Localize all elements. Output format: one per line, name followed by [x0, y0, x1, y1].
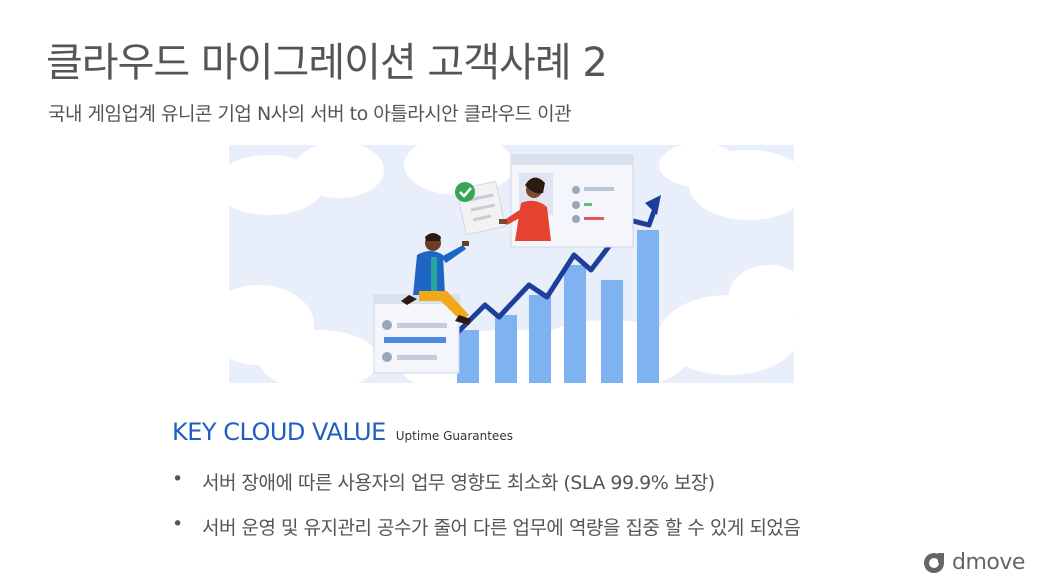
- list-item: • 서버 운영 및 유지관리 공수가 줄어 다른 업무에 역량을 집중 할 수 …: [172, 513, 801, 558]
- bullet-symbol: •: [172, 468, 183, 490]
- list-item: • 서버 장애에 따른 사용자의 업무 영향도 최소화 (SLA 99.9% 보…: [172, 468, 800, 513]
- brand-logo: dmove: [922, 550, 1025, 575]
- growth-illustration: [229, 145, 794, 383]
- key-value-header: KEY CLOUD VALUE Uptime Guarantees: [172, 418, 513, 446]
- list-item-text: 서버 장애에 따른 사용자의 업무 영향도 최소화 (SLA 99.9% 보장): [202, 472, 715, 494]
- bullet-symbol: •: [172, 513, 183, 535]
- key-value-heading: KEY CLOUD VALUE: [172, 418, 386, 446]
- key-value-list: • 서버 장애에 따른 사용자의 업무 영향도 최소화 (SLA 99.9% 보…: [172, 468, 801, 558]
- slide-title: 클라우드 마이그레이션 고객사례 2: [46, 40, 608, 86]
- logo-icon: [924, 552, 944, 573]
- check-icon: [455, 182, 475, 202]
- list-item-text: 서버 운영 및 유지관리 공수가 줄어 다른 업무에 역량을 집중 할 수 있게…: [202, 517, 801, 539]
- logo-text: dmove: [952, 550, 1025, 575]
- key-value-tag: Uptime Guarantees: [395, 429, 513, 443]
- slide-subtitle: 국내 게임업계 유니콘 기업 N사의 서버 to 아틀라시안 클라우드 이관: [48, 103, 572, 125]
